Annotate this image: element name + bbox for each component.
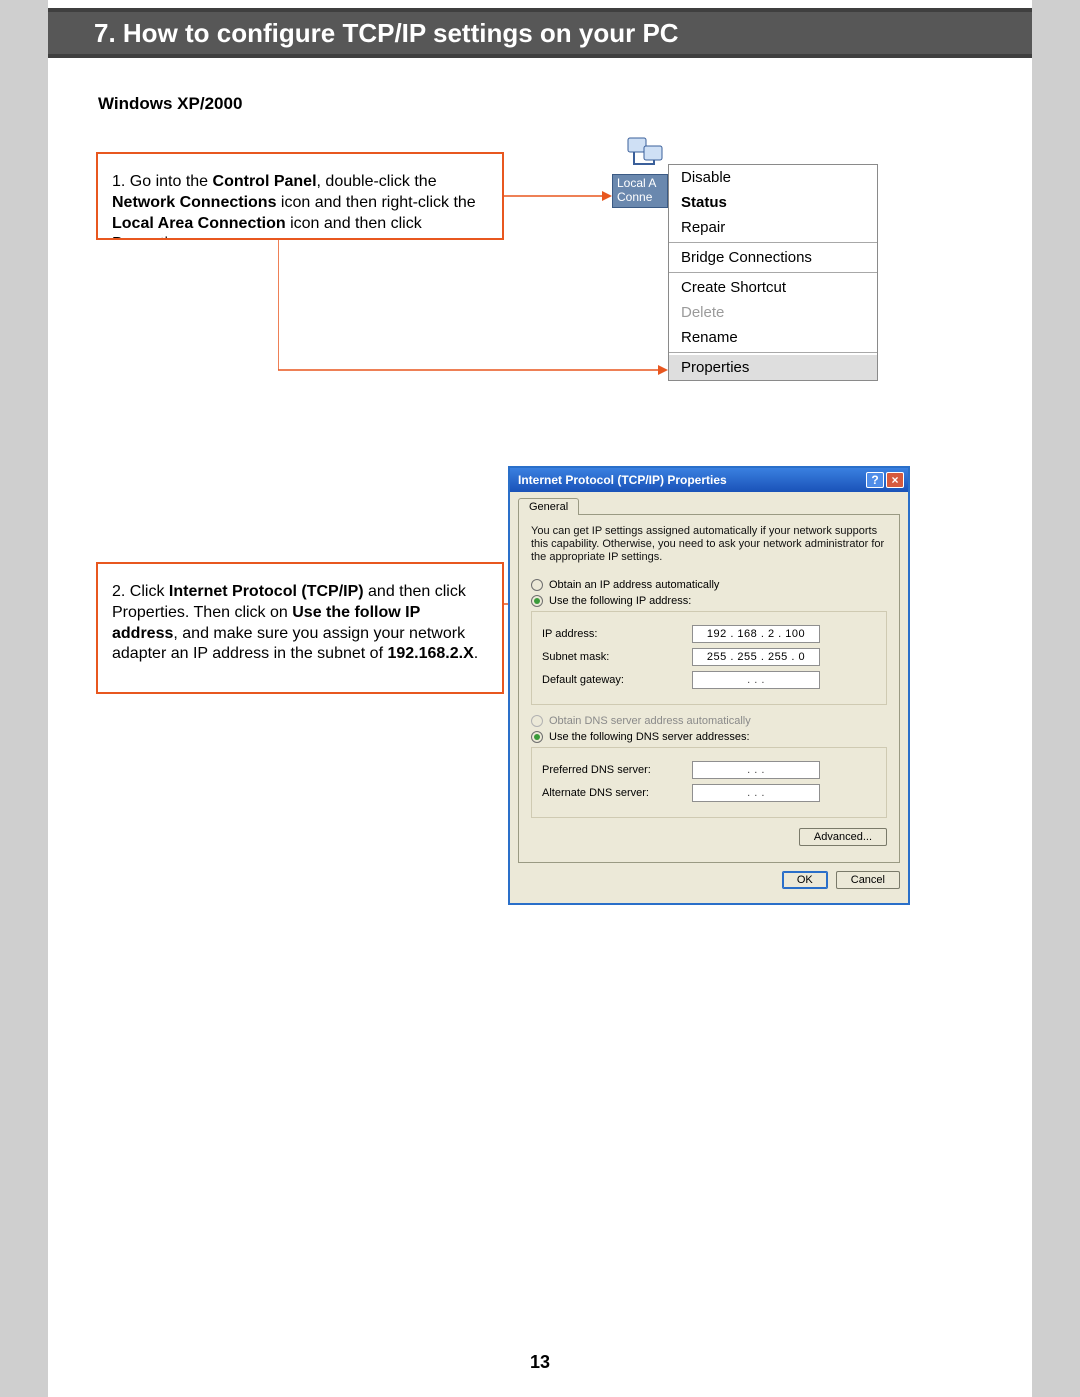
- lac-line-2: Conne: [617, 191, 663, 205]
- input-ip-address[interactable]: 192 . 168 . 2 . 100: [692, 625, 820, 643]
- radio-use-dns[interactable]: [531, 731, 543, 743]
- ctx-properties[interactable]: Properties: [669, 355, 877, 380]
- ok-button[interactable]: OK: [782, 871, 828, 889]
- tcpip-properties-dialog: Internet Protocol (TCP/IP) Properties ? …: [508, 466, 910, 905]
- local-area-connection-selected[interactable]: Local A Conne: [612, 174, 668, 208]
- input-preferred-dns[interactable]: . . .: [692, 761, 820, 779]
- label-use-dns: Use the following DNS server addresses:: [549, 731, 750, 743]
- radio-obtain-ip-auto[interactable]: [531, 579, 543, 591]
- input-alternate-dns[interactable]: . . .: [692, 784, 820, 802]
- cancel-button[interactable]: Cancel: [836, 871, 900, 889]
- step-2-bold-1: Internet Protocol (TCP/IP): [169, 583, 364, 600]
- dialog-title-text: Internet Protocol (TCP/IP) Properties: [518, 473, 727, 487]
- step-1-bold-2: Network Connections: [112, 194, 276, 211]
- ctx-separator: [669, 242, 877, 243]
- close-button[interactable]: ×: [886, 472, 904, 488]
- input-default-gateway[interactable]: . . .: [692, 671, 820, 689]
- label-use-ip: Use the following IP address:: [549, 595, 691, 607]
- os-subheading: Windows XP/2000: [98, 94, 242, 114]
- label-subnet-mask: Subnet mask:: [542, 651, 692, 663]
- input-subnet-mask[interactable]: 255 . 255 . 255 . 0: [692, 648, 820, 666]
- radio-use-ip[interactable]: [531, 595, 543, 607]
- tab-general[interactable]: General: [518, 498, 579, 515]
- step-1-box: 1. Go into the Control Panel, double-cli…: [96, 152, 504, 240]
- ctx-repair[interactable]: Repair: [669, 215, 877, 240]
- document-page: 7. How to configure TCP/IP settings on y…: [48, 0, 1032, 1397]
- arrow-to-properties: [278, 240, 670, 384]
- label-default-gateway: Default gateway:: [542, 674, 692, 686]
- label-preferred-dns: Preferred DNS server:: [542, 764, 692, 776]
- ctx-status[interactable]: Status: [669, 190, 877, 215]
- advanced-button[interactable]: Advanced...: [799, 828, 887, 846]
- step-1-bold-3: Local Area Connection: [112, 215, 286, 232]
- ctx-rename[interactable]: Rename: [669, 325, 877, 350]
- dialog-help-text: You can get IP settings assigned automat…: [531, 525, 887, 565]
- label-obtain-dns-auto: Obtain DNS server address automatically: [549, 715, 751, 727]
- label-ip-address: IP address:: [542, 628, 692, 640]
- dns-fieldset: Preferred DNS server: . . . Alternate DN…: [531, 747, 887, 818]
- ctx-bridge[interactable]: Bridge Connections: [669, 245, 877, 270]
- page-number: 13: [48, 1352, 1032, 1373]
- page-title: 7. How to configure TCP/IP settings on y…: [48, 12, 1032, 54]
- context-menu: Disable Status Repair Bridge Connections…: [668, 164, 878, 381]
- ctx-separator: [669, 272, 877, 273]
- help-button[interactable]: ?: [866, 472, 884, 488]
- label-alternate-dns: Alternate DNS server:: [542, 787, 692, 799]
- radio-obtain-dns-auto: [531, 715, 543, 727]
- lac-line-1: Local A: [617, 177, 663, 191]
- step-2-box: 2. Click Internet Protocol (TCP/IP) and …: [96, 562, 504, 694]
- ctx-separator: [669, 352, 877, 353]
- step-1-text: 1. Go into the: [112, 173, 213, 190]
- ctx-delete: Delete: [669, 300, 877, 325]
- ctx-disable[interactable]: Disable: [669, 165, 877, 190]
- arrow-to-icon: [504, 188, 614, 204]
- label-obtain-ip-auto: Obtain an IP address automatically: [549, 579, 719, 591]
- step-1-bold-1: Control Panel: [213, 173, 317, 190]
- dialog-titlebar: Internet Protocol (TCP/IP) Properties ? …: [510, 468, 908, 492]
- network-icon: [624, 126, 668, 170]
- ip-fieldset: IP address: 192 . 168 . 2 . 100 Subnet m…: [531, 611, 887, 705]
- title-band: 7. How to configure TCP/IP settings on y…: [48, 8, 1032, 58]
- step-2-bold-3: 192.168.2.X: [387, 645, 473, 662]
- step-2-text: 2. Click: [112, 583, 169, 600]
- ctx-shortcut[interactable]: Create Shortcut: [669, 275, 877, 300]
